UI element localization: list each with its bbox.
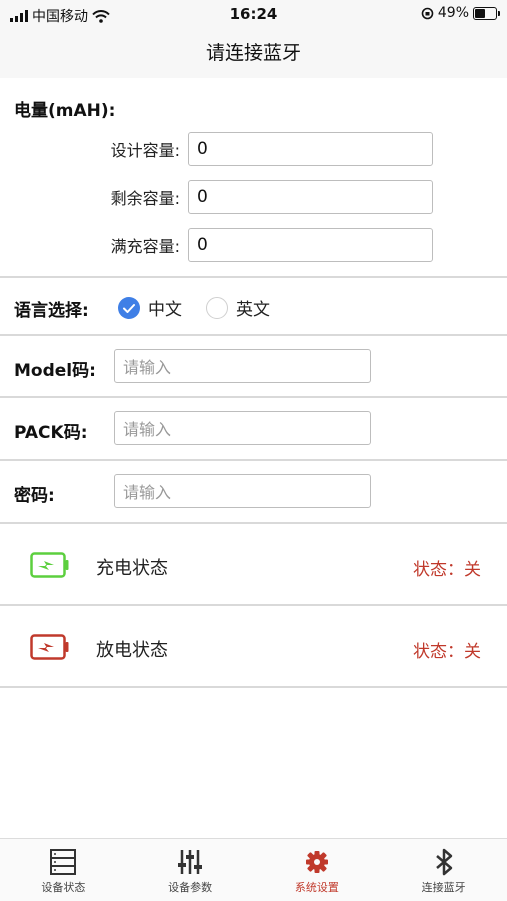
pack-section: PACK码: 请输入: [0, 398, 507, 458]
full-capacity-label: 满充容量:: [110, 237, 180, 256]
password-label: 密码:: [14, 486, 55, 506]
divider: [0, 686, 507, 688]
discharging-battery-icon: [30, 634, 69, 660]
password-input[interactable]: 请输入: [114, 474, 371, 508]
capacity-section: 电量(mAH): 设计容量: 0 剩余容量: 0 满充容量: 0: [0, 78, 507, 276]
discharge-status-value: 状态：关: [413, 642, 481, 662]
pack-label: PACK码:: [14, 423, 88, 443]
discharge-status-title: 放电状态: [96, 640, 168, 661]
design-capacity-field[interactable]: 0: [188, 132, 433, 166]
radio-english[interactable]: [206, 296, 228, 319]
design-capacity-row: 设计容量: 0: [84, 132, 433, 166]
language-radio-group: 中文 英文: [118, 295, 270, 320]
language-label: 语言选择:: [14, 301, 89, 321]
tab-system-settings-label: 系统设置: [294, 881, 339, 894]
remaining-capacity-label: 剩余容量:: [110, 189, 180, 208]
status-bar: 中国移动 16:24 49%: [0, 0, 507, 28]
full-capacity-field[interactable]: 0: [188, 228, 433, 262]
remaining-capacity-value: 0: [197, 187, 208, 207]
charging-battery-icon: [30, 552, 69, 578]
check-icon: [123, 303, 135, 313]
nav-bar: 请连接蓝牙: [0, 28, 507, 78]
pack-placeholder: 请输入: [123, 420, 172, 439]
tab-device-status-label: 设备状态: [41, 881, 86, 894]
device-status-icon: [50, 849, 77, 875]
charge-status-title: 充电状态: [96, 558, 168, 579]
model-placeholder: 请输入: [123, 358, 172, 377]
tab-system-settings[interactable]: 系统设置: [254, 839, 381, 901]
charge-status-value: 状态：关: [413, 560, 481, 580]
battery-icon: [473, 6, 500, 20]
orientation-lock-icon: [421, 7, 434, 19]
model-input[interactable]: 请输入: [114, 349, 371, 383]
password-section: 密码: 请输入: [0, 461, 507, 521]
full-capacity-row: 满充容量: 0: [84, 228, 433, 262]
tab-device-params-label: 设备参数: [168, 881, 213, 894]
password-placeholder: 请输入: [123, 483, 172, 502]
bluetooth-icon: [435, 848, 452, 876]
radio-chinese-label[interactable]: 中文: [148, 295, 182, 320]
gear-icon: [305, 851, 328, 873]
charge-status-row: 充电状态 状态：关: [0, 524, 507, 604]
design-capacity-label: 设计容量:: [110, 141, 180, 160]
tab-bar: 设备状态 设备参数 系统设置 连接蓝牙: [0, 838, 507, 901]
battery-percent: 49%: [437, 5, 469, 21]
discharge-status-row: 放电状态 状态：关: [0, 606, 507, 686]
sliders-icon: [178, 850, 203, 874]
remaining-capacity-field[interactable]: 0: [188, 180, 433, 214]
model-section: Model码: 请输入: [0, 336, 507, 396]
language-section: 语言选择: 中文 英文: [0, 278, 507, 334]
tab-connect-bluetooth-label: 连接蓝牙: [421, 881, 466, 894]
tab-connect-bluetooth[interactable]: 连接蓝牙: [380, 839, 507, 901]
battery-group: 49%: [421, 5, 500, 21]
tab-device-status[interactable]: 设备状态: [0, 839, 127, 901]
remaining-capacity-row: 剩余容量: 0: [84, 180, 433, 214]
capacity-heading: 电量(mAH):: [14, 101, 116, 121]
design-capacity-value: 0: [197, 139, 208, 159]
full-capacity-value: 0: [197, 235, 208, 255]
radio-chinese[interactable]: [118, 296, 140, 319]
radio-english-label[interactable]: 英文: [236, 295, 270, 320]
pack-input[interactable]: 请输入: [114, 411, 371, 445]
tab-device-params[interactable]: 设备参数: [127, 839, 254, 901]
page-title: 请连接蓝牙: [205, 42, 301, 64]
model-label: Model码:: [14, 361, 96, 381]
